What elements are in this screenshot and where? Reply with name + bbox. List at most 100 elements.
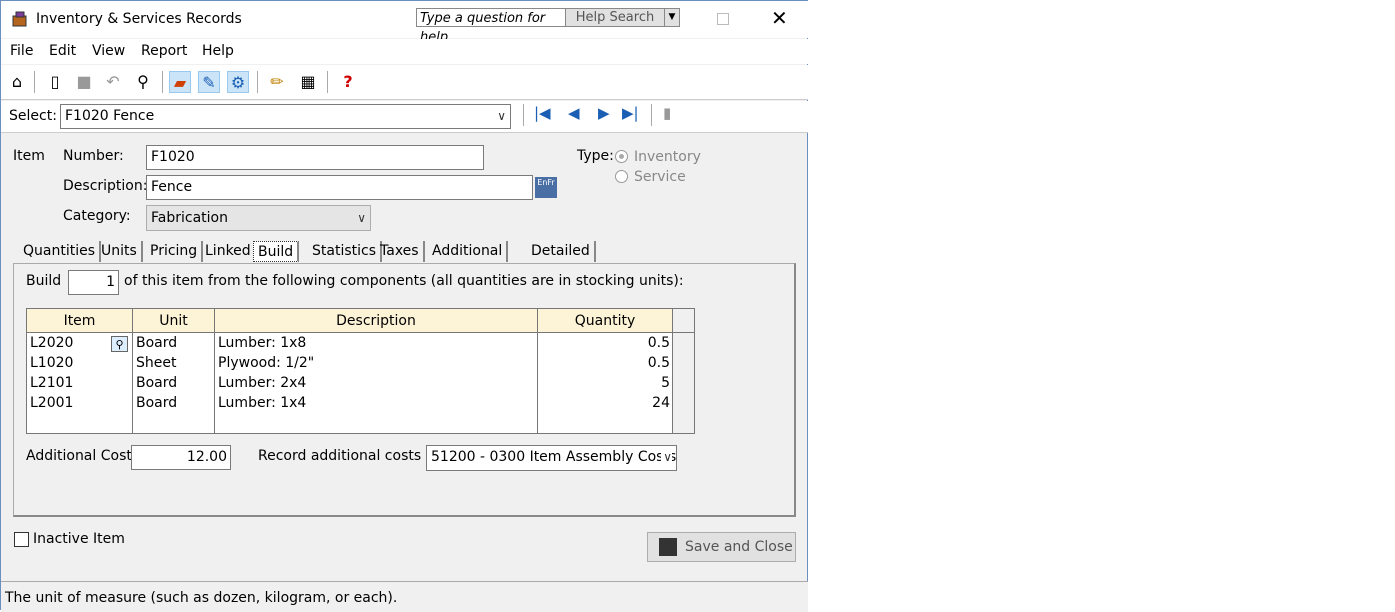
edit-item-icon[interactable]: ✎ (198, 71, 220, 93)
cell-description[interactable]: Plywood: 1/2" (218, 353, 314, 373)
help-icon[interactable]: ? (337, 71, 359, 93)
cell-item[interactable]: L2001 (30, 393, 73, 413)
number-field[interactable]: F1020 (146, 145, 484, 170)
save-and-close-button[interactable]: Save and Close (647, 532, 796, 562)
save-icon[interactable]: ■ (73, 71, 95, 93)
previous-record-icon[interactable]: ◀ (568, 104, 580, 122)
first-record-icon[interactable]: |◀ (534, 104, 551, 122)
cell-quantity[interactable]: 24 (652, 393, 670, 413)
tab-statistics[interactable]: Statistics (308, 241, 382, 262)
select-bar: Select: F1020 Fence ∨ |◀ ◀ ▶ ▶| ▮ (1, 101, 808, 133)
tab-pricing[interactable]: Pricing (146, 241, 204, 262)
category-value: Fabrication (151, 210, 228, 226)
record-select[interactable]: F1020 Fence ∨ (60, 104, 511, 129)
record-costs-label: Record additional costs in: (258, 448, 444, 464)
cell-item[interactable]: L2101 (30, 373, 73, 393)
language-translate-icon[interactable]: EnFr (535, 177, 557, 198)
tab-additional-info[interactable]: Additional Info (428, 241, 509, 280)
close-button[interactable]: ✕ (771, 7, 788, 29)
cell-unit[interactable]: Sheet (136, 353, 176, 373)
toolbar: ⌂ ▯ ■ ↶ ⚲ ▰ ✎ ⚙ ✏ ▦ ? (1, 65, 808, 100)
menu-file[interactable]: File (10, 43, 33, 59)
build-quantity-field[interactable]: 1 (68, 270, 119, 295)
cell-unit[interactable]: Board (136, 333, 177, 353)
tab-units[interactable]: Units (97, 241, 143, 262)
type-inventory-label: Inventory (634, 149, 701, 165)
help-question-input[interactable]: Type a question for help (416, 8, 566, 45)
description-field[interactable]: Fence (146, 175, 533, 200)
chevron-down-icon: ∨ (661, 446, 672, 468)
inactive-item-label: Inactive Item (33, 531, 125, 547)
status-text: The unit of measure (such as dozen, kilo… (5, 590, 398, 606)
menu-help[interactable]: Help (202, 43, 234, 59)
category-label: Category: (63, 208, 131, 224)
save-and-close-label: Save and Close (685, 539, 793, 555)
cell-quantity[interactable]: 0.5 (648, 333, 670, 353)
cell-unit[interactable]: Board (136, 373, 177, 393)
help-search-button[interactable]: Help Search (565, 8, 665, 27)
record-costs-account-value: 51200 - 0300 Item Assembly Costs - C (431, 449, 677, 465)
additional-costs-label: Additional Costs: (26, 448, 144, 464)
help-dropdown-button[interactable]: ▼ (664, 8, 680, 27)
inventory-window: Inventory & Services Records Type a ques… (0, 0, 808, 612)
cell-item[interactable]: L1020 (30, 353, 73, 373)
cell-description[interactable]: Lumber: 2x4 (218, 373, 306, 393)
next-record-icon[interactable]: ▶ (598, 104, 610, 122)
open-icon[interactable]: ▯ (44, 71, 66, 93)
app-icon (12, 11, 27, 27)
remove-icon[interactable]: ⚲ (132, 71, 154, 93)
bookmark-icon[interactable]: ▮ (663, 104, 671, 122)
category-select[interactable]: Fabrication ∨ (146, 205, 371, 231)
cell-description[interactable]: Lumber: 1x8 (218, 333, 306, 353)
description-label: Description: (63, 178, 148, 194)
cell-item[interactable]: L2020 (30, 333, 73, 353)
components-grid: Item Unit Description Quantity L2020 ⚲ B… (26, 308, 695, 434)
chevron-down-icon: ∨ (357, 211, 366, 225)
build-icon[interactable]: ⚙ (227, 71, 249, 93)
number-label: Number: (63, 148, 124, 164)
inactive-item-checkbox[interactable] (14, 532, 29, 547)
tab-linked[interactable]: Linked (201, 241, 257, 262)
close-icon: ✕ (771, 6, 788, 30)
cell-quantity[interactable]: 0.5 (648, 353, 670, 373)
record-costs-account-select[interactable]: 51200 - 0300 Item Assembly Costs - C ∨ (426, 445, 677, 471)
last-record-icon[interactable]: ▶| (622, 104, 639, 122)
type-inventory-radio[interactable] (615, 150, 628, 163)
column-header-quantity[interactable]: Quantity (538, 309, 673, 333)
pencil-icon[interactable]: ✏ (266, 71, 288, 93)
build-suffix-label: of this item from the following componen… (124, 273, 684, 289)
chevron-down-icon: ▼ (668, 12, 676, 22)
type-service-label: Service (634, 169, 686, 185)
tab-quantities[interactable]: Quantities (19, 241, 102, 262)
cell-quantity[interactable]: 5 (661, 373, 670, 393)
status-bar: The unit of measure (such as dozen, kilo… (1, 581, 808, 612)
cell-unit[interactable]: Board (136, 393, 177, 413)
item-icon[interactable]: ▰ (169, 71, 191, 93)
window-title: Inventory & Services Records (36, 11, 242, 27)
menu-report[interactable]: Report (141, 43, 187, 59)
column-header-item[interactable]: Item (27, 309, 133, 333)
column-header-description[interactable]: Description (215, 309, 538, 333)
calculator-icon[interactable]: ▦ (297, 71, 319, 93)
menu-view[interactable]: View (92, 43, 125, 59)
record-select-value: F1020 Fence (65, 108, 155, 124)
tab-build[interactable]: Build (253, 241, 300, 262)
chevron-down-icon: ∨ (497, 109, 506, 123)
title-bar: Inventory & Services Records Type a ques… (1, 1, 808, 45)
undo-icon[interactable]: ↶ (102, 71, 124, 93)
tab-taxes[interactable]: Taxes (376, 241, 425, 262)
build-prefix-label: Build (26, 273, 62, 289)
type-service-radio[interactable] (615, 170, 628, 183)
column-header-unit[interactable]: Unit (133, 309, 215, 333)
tab-detailed-desc[interactable]: Detailed Desc. (527, 241, 596, 280)
save-icon (659, 538, 677, 556)
maximize-button[interactable] (717, 13, 729, 25)
additional-costs-field[interactable]: 12.00 (131, 445, 231, 470)
select-label: Select: (9, 108, 57, 124)
type-label: Type: (577, 148, 614, 164)
home-icon[interactable]: ⌂ (6, 71, 28, 93)
menu-bar: File Edit View Report Help (1, 39, 808, 64)
cell-description[interactable]: Lumber: 1x4 (218, 393, 306, 413)
menu-edit[interactable]: Edit (49, 43, 76, 59)
lookup-magnifier-icon[interactable]: ⚲ (111, 336, 128, 352)
